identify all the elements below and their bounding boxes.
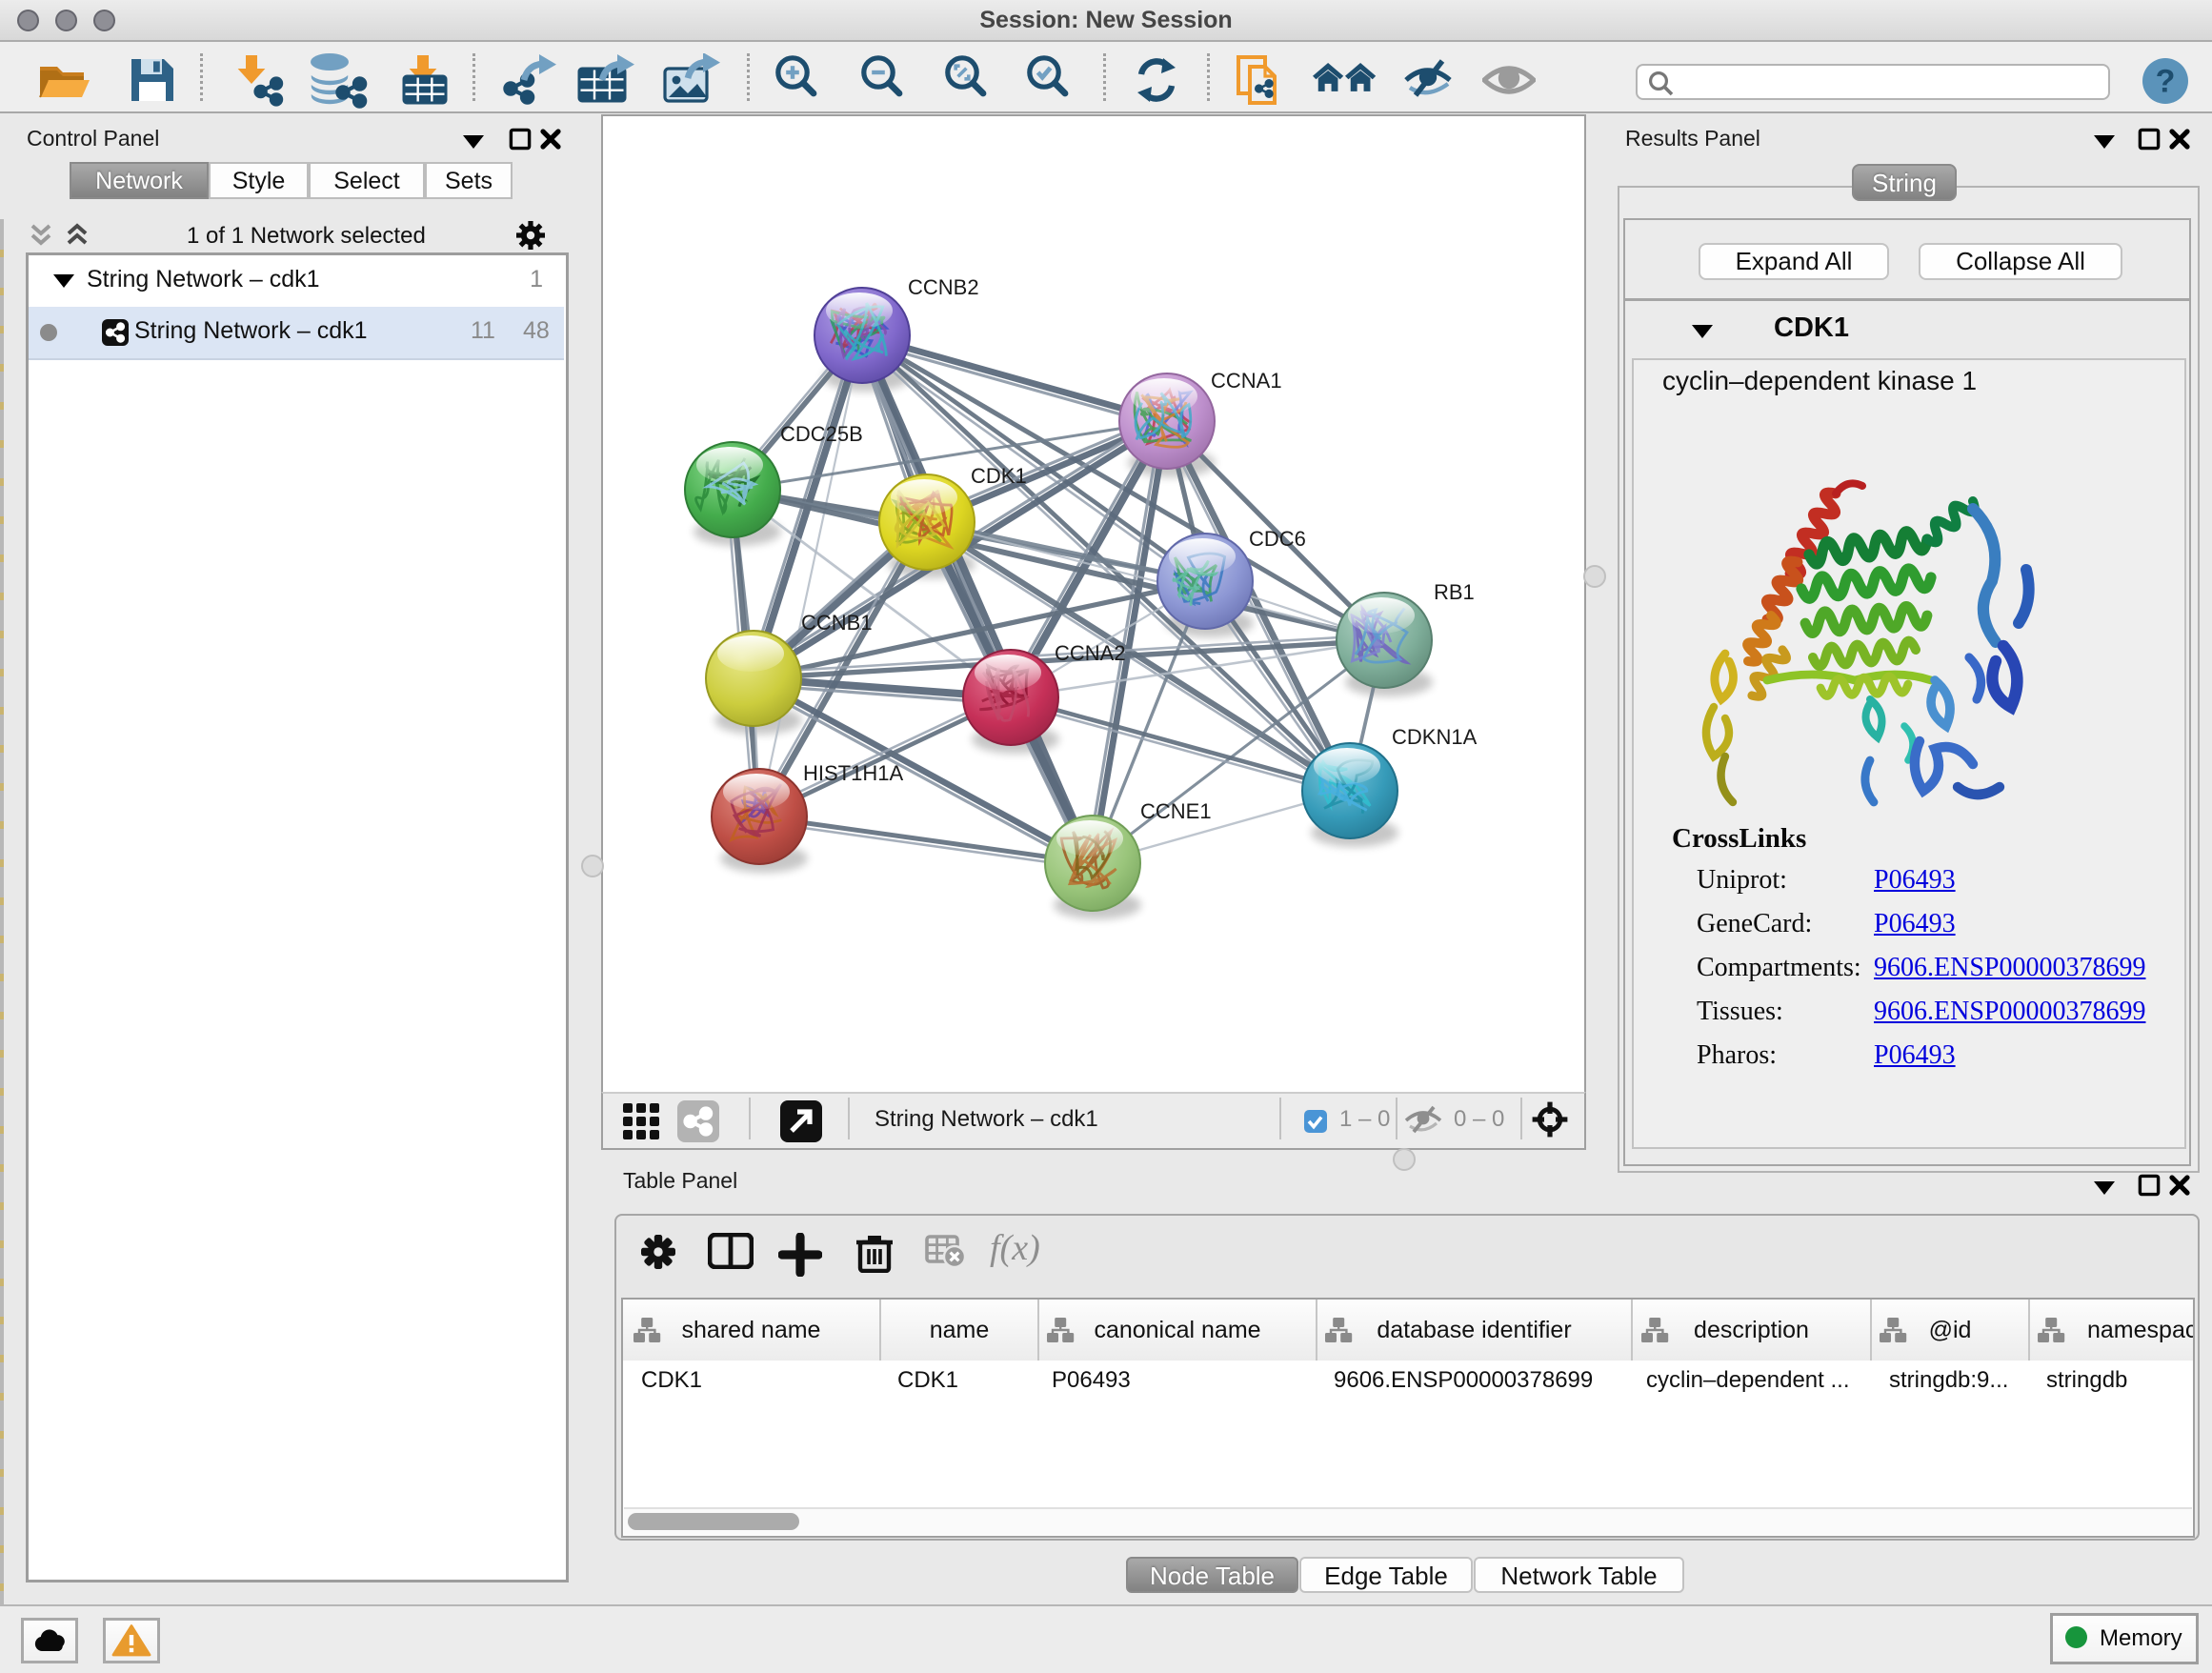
svg-text:HIST1H1A: HIST1H1A xyxy=(803,761,903,785)
svg-text:CDC25B: CDC25B xyxy=(780,422,863,446)
svg-text:CDKN1A: CDKN1A xyxy=(1392,725,1478,749)
svg-text:CCNB2: CCNB2 xyxy=(908,275,979,299)
svg-text:?: ? xyxy=(2156,63,2176,99)
svg-text:RB1: RB1 xyxy=(1434,580,1475,604)
svg-text:CCNE1: CCNE1 xyxy=(1140,799,1212,823)
svg-text:CDK1: CDK1 xyxy=(971,464,1027,488)
svg-text:CCNA2: CCNA2 xyxy=(1055,641,1126,665)
svg-text:CCNB1: CCNB1 xyxy=(801,611,873,635)
svg-text:CCNA1: CCNA1 xyxy=(1211,369,1282,393)
svg-text:CDC6: CDC6 xyxy=(1249,527,1306,551)
